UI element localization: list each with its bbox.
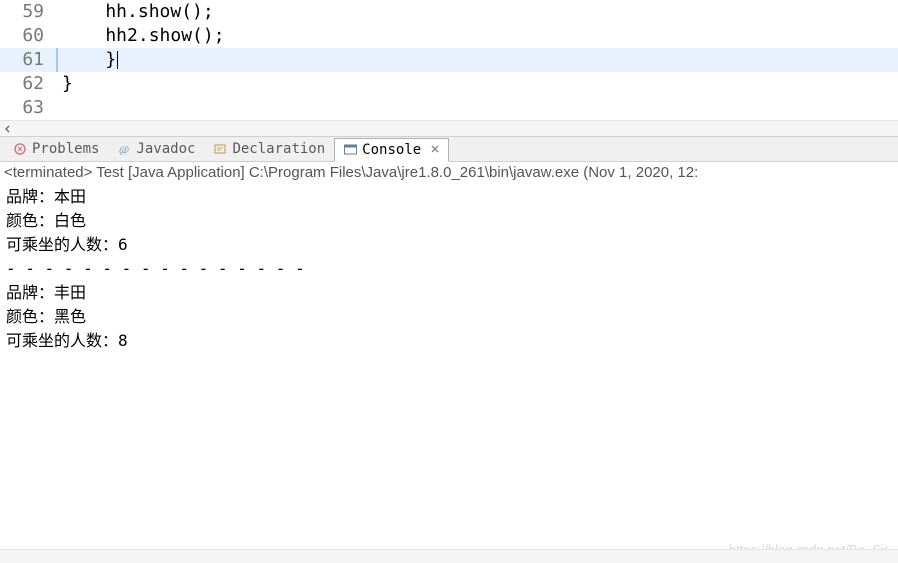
views-tab-bar: Problems @ Javadoc Declaration Console	[0, 136, 898, 162]
tab-console[interactable]: Console	[334, 138, 449, 162]
console-status-line: <terminated> Test [Java Application] C:\…	[0, 162, 898, 183]
console-line: 颜色：白色	[6, 209, 892, 233]
code-line[interactable]: 62}	[0, 72, 898, 96]
text-cursor	[117, 51, 118, 69]
tab-console-label: Console	[362, 142, 421, 158]
javadoc-icon: @	[117, 142, 131, 156]
line-number: 59	[0, 0, 58, 24]
tab-declaration-label: Declaration	[232, 141, 325, 157]
code-text[interactable]: }	[58, 72, 898, 96]
console-icon	[343, 143, 357, 157]
console-line: 品牌：本田	[6, 185, 892, 209]
console-line: 颜色：黑色	[6, 305, 892, 329]
console-output[interactable]: 品牌：本田颜色：白色可乘坐的人数：6- - - - - - - - - - - …	[0, 183, 898, 355]
console-line: 品牌：丰田	[6, 281, 892, 305]
line-number: 63	[0, 96, 58, 120]
code-line[interactable]: 61 }	[0, 48, 898, 72]
code-editor[interactable]: 59 hh.show();60 hh2.show();61 }62}63	[0, 0, 898, 136]
close-icon[interactable]	[430, 143, 440, 157]
code-text[interactable]	[58, 96, 898, 120]
code-text[interactable]: }	[58, 48, 898, 72]
tab-problems[interactable]: Problems	[4, 137, 108, 161]
bottom-horizontal-scrollbar[interactable]	[0, 549, 898, 563]
console-line: 可乘坐的人数：8	[6, 329, 892, 353]
declaration-icon	[213, 142, 227, 156]
tab-javadoc[interactable]: @ Javadoc	[108, 137, 204, 161]
problems-icon	[13, 142, 27, 156]
code-text[interactable]: hh2.show();	[58, 24, 898, 48]
code-line[interactable]: 63	[0, 96, 898, 120]
tab-declaration[interactable]: Declaration	[204, 137, 334, 161]
tab-javadoc-label: Javadoc	[136, 141, 195, 157]
console-line: 可乘坐的人数：6	[6, 233, 892, 257]
code-text[interactable]: hh.show();	[58, 0, 898, 24]
line-number: 60	[0, 24, 58, 48]
line-number: 62	[0, 72, 58, 96]
svg-text:@: @	[119, 144, 129, 155]
line-number: 61	[0, 48, 58, 72]
code-line[interactable]: 60 hh2.show();	[0, 24, 898, 48]
editor-horizontal-scrollbar[interactable]	[0, 120, 898, 136]
scroll-left-icon[interactable]	[0, 121, 16, 137]
tab-problems-label: Problems	[32, 141, 99, 157]
console-status-text: <terminated> Test [Java Application] C:\…	[4, 164, 698, 181]
code-line[interactable]: 59 hh.show();	[0, 0, 898, 24]
console-line: - - - - - - - - - - - - - - - -	[6, 257, 892, 281]
